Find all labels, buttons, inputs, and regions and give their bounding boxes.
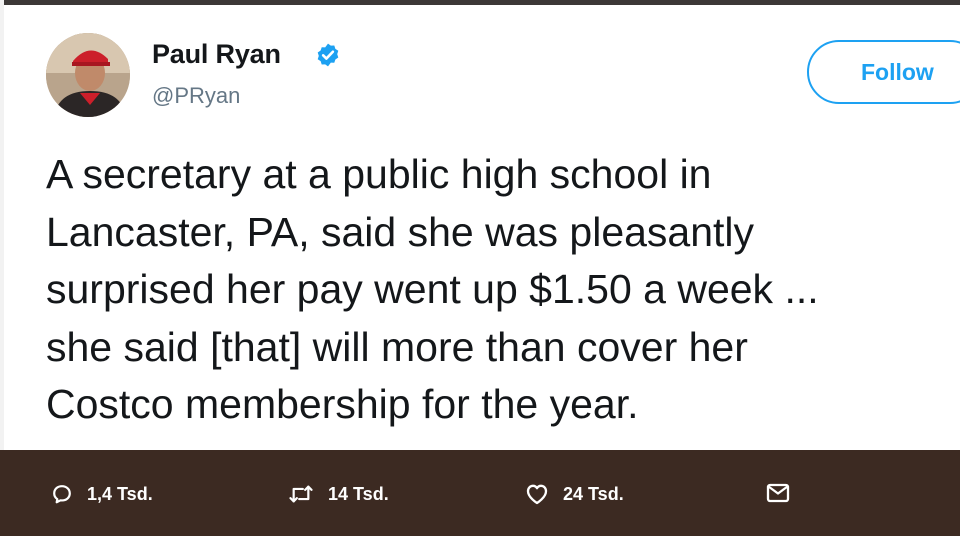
tweet-text-line: she said [that] will more than cover her <box>46 323 748 370</box>
tweet-action-bar: 1,4 Tsd. 14 Tsd. 24 Tsd. <box>0 450 960 536</box>
speech-bubble-icon <box>53 485 71 504</box>
display-name[interactable]: Paul Ryan <box>152 39 281 70</box>
retweet-button[interactable]: 14 Tsd. <box>288 483 389 505</box>
reply-count: 1,4 Tsd. <box>87 483 153 504</box>
direct-message-button[interactable] <box>766 483 790 503</box>
tweet-card: Paul Ryan @PRyan Follow A secretary at a… <box>0 5 960 450</box>
tweet-text-line: Lancaster, PA, said she was pleasantly <box>46 208 755 255</box>
like-button[interactable]: 24 Tsd. <box>525 483 624 505</box>
follow-button[interactable]: Follow <box>807 40 960 104</box>
avatar-photo <box>46 33 130 117</box>
heart-icon <box>526 484 548 505</box>
envelope-icon <box>766 483 790 503</box>
retweet-arrows-icon <box>289 485 313 503</box>
tweet-text-line: Costco membership for the year. <box>46 381 639 427</box>
tweet-text-line: surprised her pay went up $1.50 a week .… <box>46 266 819 312</box>
tweet-text-line: A secretary at a public high school in <box>46 151 712 197</box>
verified-badge-icon <box>317 43 339 67</box>
tweet-text: A secretary at a public high school in L… <box>46 146 960 434</box>
retweet-count: 14 Tsd. <box>328 483 389 504</box>
like-count: 24 Tsd. <box>563 483 624 504</box>
left-edge <box>0 0 4 450</box>
user-handle[interactable]: @PRyan <box>152 83 240 109</box>
avatar[interactable] <box>46 33 130 117</box>
reply-button[interactable]: 1,4 Tsd. <box>51 483 153 505</box>
